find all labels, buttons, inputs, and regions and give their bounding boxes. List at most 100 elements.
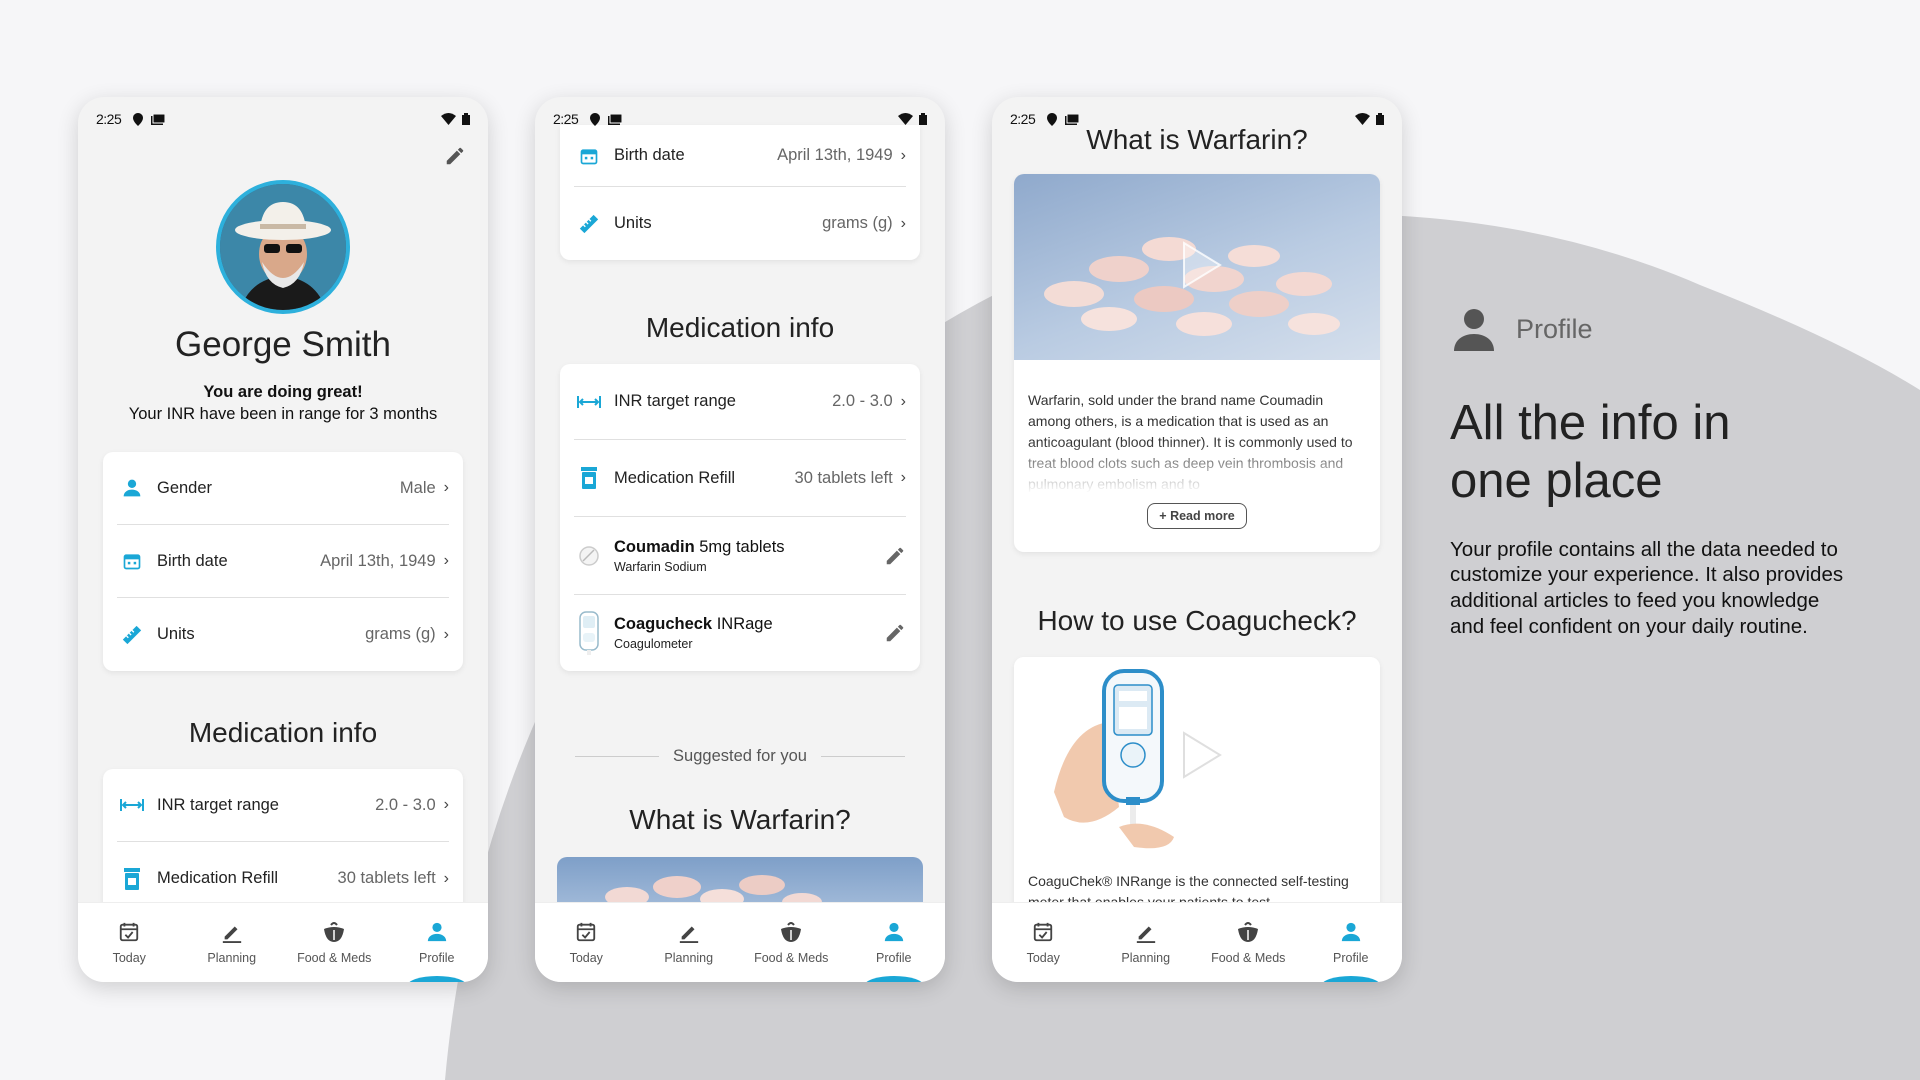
tab-label: Today (1026, 951, 1060, 965)
tab-planning[interactable]: Planning (181, 903, 284, 982)
card-icon (608, 113, 623, 125)
article-title: How to use Coagucheck? (1037, 605, 1357, 636)
row-medication-refill[interactable]: Medication Refill 30 tablets left › (574, 440, 906, 517)
row-value: 2.0 - 3.0 (832, 392, 893, 410)
device-model: INRage (712, 615, 773, 633)
edit-icon[interactable] (884, 622, 906, 644)
tab-today[interactable]: Today (78, 903, 181, 982)
drug-dose: 5mg tablets (694, 537, 785, 556)
ruler-icon (117, 624, 147, 646)
tab-food-meds[interactable]: Food & Meds (1197, 903, 1300, 982)
drug-subtitle: Warfarin Sodium (614, 559, 707, 574)
row-device-coagucheck[interactable]: Coagucheck INRage Coagulometer (574, 595, 906, 671)
panel-description: Your profile contains all the data neede… (1450, 537, 1844, 638)
chevron-right-icon: › (443, 869, 449, 887)
tab-label: Planning (207, 951, 257, 965)
chevron-right-icon: › (443, 479, 449, 496)
row-value: grams (g) (365, 625, 436, 643)
chevron-right-icon: › (900, 214, 906, 232)
tab-label: Planning (664, 951, 714, 965)
tab-label: Today (569, 951, 603, 965)
food-meds-icon (324, 922, 345, 942)
play-icon[interactable] (1172, 237, 1228, 293)
tab-planning[interactable]: Planning (1095, 903, 1198, 982)
tab-today[interactable]: Today (992, 903, 1095, 982)
phone-medication-screen: 2:25 Birth date April 13th, 1949 › Units… (535, 97, 945, 982)
tab-label: Food & Meds (297, 951, 372, 965)
avatar (216, 180, 350, 314)
row-medication-refill[interactable]: Medication Refill 30 tablets left › (117, 842, 449, 902)
status-time: 2:25 (96, 111, 122, 127)
tab-food-meds[interactable]: Food & Meds (740, 903, 843, 982)
row-drug-coumadin[interactable]: Coumadin 5mg tablets Warfarin Sodium (574, 517, 906, 595)
battery-icon (462, 113, 470, 125)
drug-name: Coumadin (614, 537, 695, 556)
location-icon (133, 112, 144, 126)
edit-profile-icon[interactable] (444, 145, 466, 167)
row-units[interactable]: Units grams (g) › (574, 187, 906, 260)
panel-title-line-2: one place (1450, 453, 1663, 508)
status-bar: 2:25 (78, 97, 488, 133)
row-label: Units (614, 214, 652, 232)
chevron-right-icon: › (443, 625, 449, 643)
personal-info-card: Birth date April 13th, 1949 › Units gram… (560, 125, 920, 260)
row-value: 2.0 - 3.0 (375, 795, 436, 814)
tab-profile[interactable]: Profile (386, 903, 489, 982)
meter-icon (574, 611, 604, 655)
pill-bottle-icon (574, 467, 604, 489)
person-icon (884, 922, 903, 942)
person-icon (427, 922, 446, 942)
tab-label: Profile (876, 951, 912, 965)
bottom-tab-bar: Today Planning Food & Meds Profile (992, 902, 1402, 982)
article-video-thumbnail[interactable] (1014, 657, 1380, 863)
range-icon (117, 797, 147, 813)
medication-info-title: Medication info (645, 312, 835, 343)
tab-food-meds[interactable]: Food & Meds (283, 903, 386, 982)
calendar-check-icon (1034, 922, 1053, 942)
article-video-thumbnail[interactable] (1014, 174, 1380, 360)
tab-profile[interactable]: Profile (1300, 903, 1403, 982)
row-birth-date[interactable]: Birth date April 13th, 1949 › (574, 125, 906, 187)
location-icon (590, 112, 601, 126)
row-gender[interactable]: Gender Male › (117, 452, 449, 525)
user-name: George Smith (175, 325, 391, 364)
suggested-divider: Suggested for you (575, 747, 905, 766)
play-icon[interactable] (1172, 727, 1228, 783)
pencil-icon (1136, 926, 1155, 943)
medication-info-card: INR target range 2.0 - 3.0 › Medication … (560, 364, 920, 671)
person-icon (1341, 922, 1360, 942)
tab-label: Today (112, 951, 146, 965)
tab-profile[interactable]: Profile (843, 903, 946, 982)
battery-icon (919, 113, 927, 125)
article-card-coagucheck: CoaguChek® INRange is the connected self… (1014, 657, 1380, 902)
pill-bottle-icon (117, 867, 147, 890)
phone-profile-screen: 2:25 George Smith You are doing great! Y… (78, 97, 488, 982)
row-value: Male (399, 478, 436, 497)
row-inr-target[interactable]: INR target range 2.0 - 3.0 › (574, 364, 906, 440)
row-value: 30 tablets left (337, 869, 436, 887)
article-image[interactable] (557, 857, 923, 902)
read-more-button[interactable]: + Read more (1147, 503, 1247, 529)
row-value: April 13th, 1949 (777, 146, 893, 164)
chevron-right-icon: › (900, 469, 906, 486)
phone-articles-screen: 2:25 What is Warfarin? Warfarin, sold un… (992, 97, 1402, 982)
range-icon (574, 394, 604, 410)
row-label: INR target range (614, 392, 736, 410)
wifi-icon (1355, 113, 1370, 125)
row-label: Units (157, 625, 195, 643)
row-birth-date[interactable]: Birth date April 13th, 1949 › (117, 525, 449, 598)
card-icon (151, 113, 166, 125)
status-time: 2:25 (553, 111, 579, 127)
row-value: grams (g) (822, 214, 893, 232)
tab-planning[interactable]: Planning (638, 903, 741, 982)
row-inr-target[interactable]: INR target range 2.0 - 3.0 › (117, 769, 449, 842)
panel-title-line-1: All the info in (1450, 396, 1731, 450)
status-bar: 2:25 (535, 97, 945, 133)
row-units[interactable]: Units grams (g) › (117, 598, 449, 671)
edit-icon[interactable] (884, 545, 906, 567)
tablet-icon (574, 545, 604, 567)
ruler-icon (574, 213, 604, 235)
bottom-tab-bar: Today Planning Food & Meds Profile (78, 902, 488, 982)
tab-today[interactable]: Today (535, 903, 638, 982)
article-excerpt: Warfarin, sold under the brand name Coum… (1028, 392, 1353, 492)
